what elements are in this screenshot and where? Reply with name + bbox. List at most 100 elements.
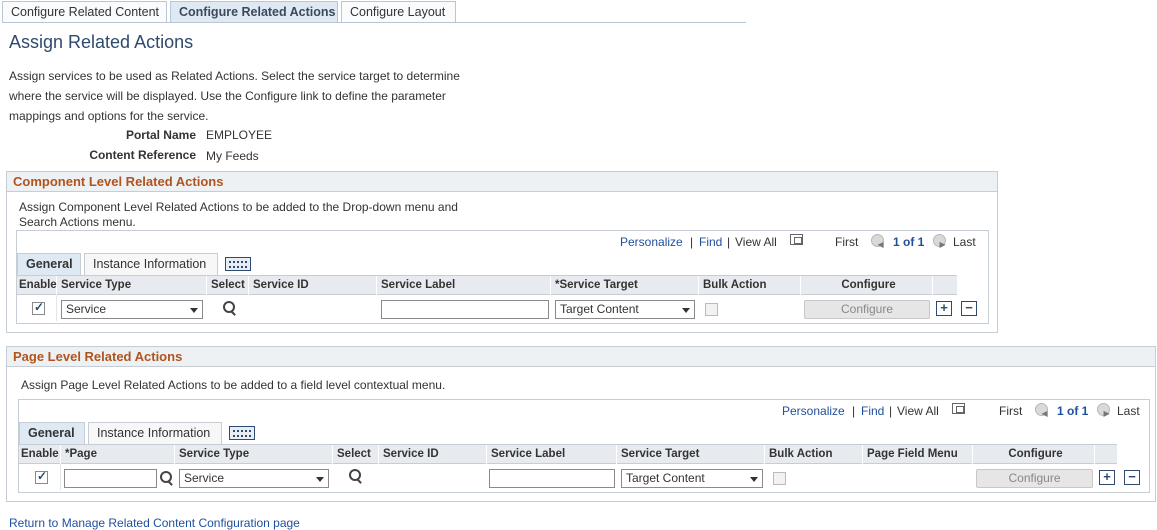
view-all-link[interactable]: View All: [735, 235, 777, 249]
col-configure: Configure: [803, 276, 933, 295]
portal-name-label: Portal Name: [125, 128, 196, 142]
service-label-input[interactable]: [381, 300, 549, 319]
download-icon[interactable]: [790, 234, 803, 245]
service-type-select[interactable]: Service: [61, 300, 203, 319]
page-level-grid: Personalize | Find | View All First ◀ 1 …: [18, 399, 1150, 493]
enable-checkbox[interactable]: [32, 300, 45, 315]
content-reference-label: Content Reference: [89, 148, 196, 162]
select-value: Target Content: [560, 302, 639, 316]
col-service-label: Service Label: [489, 445, 617, 464]
nav-separator: |: [727, 235, 731, 249]
tab-general[interactable]: General: [19, 422, 85, 444]
last-arrow-icon[interactable]: ▶: [933, 234, 946, 249]
service-target-select[interactable]: Target Content: [555, 300, 695, 319]
nav-separator: |: [690, 235, 694, 249]
component-grid-nav: Personalize | Find | View All First ◀ 1 …: [17, 231, 988, 251]
show-all-columns-icon[interactable]: [229, 426, 255, 440]
page-range: 1 of 1: [893, 235, 925, 249]
col-page-field-menu: Page Field Menu: [865, 445, 973, 464]
col-service-type: Service Type: [177, 445, 333, 464]
tab-label: Configure Related Actions: [179, 5, 336, 19]
page-range: 1 of 1: [1057, 404, 1089, 418]
personalize-link[interactable]: Personalize: [620, 235, 683, 249]
enable-checkbox[interactable]: [35, 469, 48, 484]
component-instructions: Assign Component Level Related Actions t…: [19, 200, 458, 229]
page-description: Assign services to be used as Related Ac…: [9, 69, 460, 123]
service-target-select[interactable]: Target Content: [621, 469, 763, 488]
configure-button[interactable]: Configure: [804, 300, 930, 319]
first-arrow-icon[interactable]: ◀: [871, 234, 884, 249]
tab-label: General: [28, 426, 75, 440]
cell: [19, 464, 61, 490]
col-configure: Configure: [975, 445, 1095, 464]
return-link[interactable]: Return to Manage Related Content Configu…: [9, 516, 300, 530]
search-icon[interactable]: [348, 469, 362, 483]
page-level-grid-nav: Personalize | Find | View All First ◀ 1 …: [19, 400, 1149, 420]
add-row-button[interactable]: +: [1099, 470, 1115, 485]
first-label: First: [835, 235, 859, 249]
page-input[interactable]: [64, 469, 157, 488]
first-arrow-icon[interactable]: ◀: [1035, 403, 1048, 418]
col-enable: Enable: [19, 445, 61, 464]
col-enable: Enable: [17, 276, 57, 295]
cell: [17, 295, 57, 321]
page-level-instructions: Assign Page Level Related Actions to be …: [21, 378, 446, 392]
content-reference-link[interactable]: My Feeds: [206, 149, 259, 163]
component-grid: Personalize | Find | View All First ◀ 1 …: [16, 230, 989, 324]
tab-instance-information[interactable]: Instance Information: [84, 253, 218, 275]
search-icon[interactable]: [222, 301, 236, 315]
page-title: Assign Related Actions: [9, 32, 194, 52]
view-all-link[interactable]: View All: [897, 404, 939, 418]
search-icon[interactable]: [159, 471, 173, 485]
chevron-down-icon: [750, 477, 758, 482]
delete-row-button[interactable]: −: [1124, 470, 1140, 485]
last-arrow-icon[interactable]: ▶: [1097, 403, 1110, 418]
find-link[interactable]: Find: [861, 404, 884, 418]
select-value: Target Content: [626, 471, 705, 485]
service-type-select[interactable]: Service: [179, 469, 329, 488]
chevron-down-icon: [190, 308, 198, 313]
tab-label: Configure Layout: [350, 5, 446, 19]
bulk-action-checkbox[interactable]: [773, 472, 786, 485]
col-service-type: Service Type: [59, 276, 207, 295]
personalize-link[interactable]: Personalize: [782, 404, 845, 418]
tab-label: Instance Information: [93, 257, 207, 271]
page-level-group: Page Level Related Actions Assign Page L…: [6, 346, 1156, 502]
select-value: Service: [184, 471, 225, 485]
nav-separator: |: [889, 404, 893, 418]
configure-button[interactable]: Configure: [976, 469, 1093, 488]
col-select: Select: [335, 445, 379, 464]
page-level-header-row: Enable *Page Service Type Select Service…: [19, 444, 1117, 464]
tab-configure-related-content[interactable]: Configure Related Content: [2, 1, 167, 23]
bulk-action-checkbox[interactable]: [705, 303, 718, 316]
download-icon[interactable]: [952, 403, 965, 414]
col-bulk-action: Bulk Action: [701, 276, 801, 295]
tab-divider: [2, 22, 746, 23]
chevron-down-icon: [682, 308, 690, 313]
col-service-id: Service ID: [381, 445, 487, 464]
delete-row-button[interactable]: −: [961, 301, 977, 316]
component-level-group: Component Level Related Actions Assign C…: [6, 171, 998, 333]
tab-general[interactable]: General: [17, 253, 81, 275]
tab-label: Instance Information: [97, 426, 211, 440]
arrow-glyph: ▶: [1103, 409, 1110, 418]
page-level-title: Page Level Related Actions: [7, 347, 1155, 367]
col-service-label: Service Label: [379, 276, 551, 295]
tab-configure-layout[interactable]: Configure Layout: [341, 1, 456, 23]
show-all-columns-icon[interactable]: [225, 257, 251, 271]
tab-label: Configure Related Content: [11, 5, 160, 19]
add-row-button[interactable]: +: [936, 301, 952, 316]
tab-instance-information[interactable]: Instance Information: [88, 422, 222, 444]
first-label: First: [999, 404, 1023, 418]
component-level-title: Component Level Related Actions: [7, 172, 997, 192]
portal-name-value: EMPLOYEE: [206, 128, 273, 142]
col-select: Select: [209, 276, 249, 295]
col-service-target: Service Target: [619, 445, 765, 464]
find-link[interactable]: Find: [699, 235, 722, 249]
tab-configure-related-actions[interactable]: Configure Related Actions: [170, 1, 338, 23]
service-label-input[interactable]: [489, 469, 615, 488]
component-header-row: Enable Service Type Select Service ID Se…: [17, 275, 957, 295]
nav-separator: |: [852, 404, 856, 418]
col-service-target: *Service Target: [553, 276, 699, 295]
col-service-id: Service ID: [251, 276, 377, 295]
